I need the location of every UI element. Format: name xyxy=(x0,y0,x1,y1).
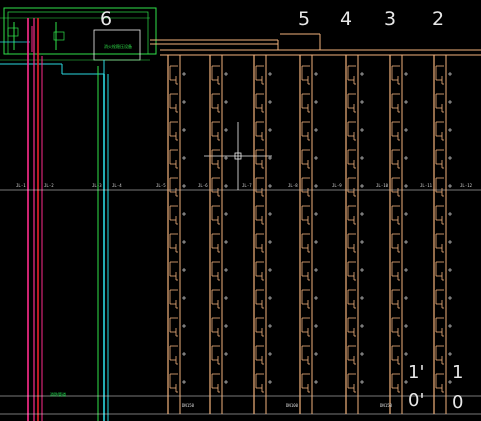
pump-room-frame xyxy=(0,7,157,421)
riser-tag: JL-2 xyxy=(44,183,54,188)
cad-drawing-canvas[interactable] xyxy=(0,0,481,421)
column-number-6: 6 xyxy=(100,8,113,30)
riser-tag: JL-5 xyxy=(156,183,166,188)
column-number-3: 3 xyxy=(384,8,397,30)
riser-columns xyxy=(167,55,452,414)
riser-tag: JL-8 xyxy=(288,183,298,188)
pipe-size-label: DN150 xyxy=(182,403,195,408)
equipment-label: 消火栓稳压设备 xyxy=(104,44,132,49)
level-mark-0: 0 xyxy=(452,392,464,413)
top-feed-pipes xyxy=(150,33,481,56)
column-number-4: 4 xyxy=(340,8,353,30)
pipe-size-label: DN100 xyxy=(286,403,299,408)
riser-tag: JL-4 xyxy=(112,183,122,188)
riser-tag: JL-9 xyxy=(332,183,342,188)
level-mark-1-prime: 1' xyxy=(408,362,425,383)
riser-tag: JL-12 xyxy=(460,183,473,188)
left-main-risers xyxy=(27,18,109,421)
branch-note: 消防管道 xyxy=(50,392,66,397)
riser-tag: JL-1 xyxy=(16,183,26,188)
column-number-2: 2 xyxy=(432,8,445,30)
riser-tag: JL-7 xyxy=(242,183,252,188)
level-mark-0-prime: 0' xyxy=(408,390,425,411)
riser-tag: JL-6 xyxy=(198,183,208,188)
pipe-size-label: DN150 xyxy=(380,403,393,408)
cad-viewport[interactable]: 6 5 4 3 2 1' 1 0' 0 消火栓稳压设备 消防管道 JL-1 JL… xyxy=(0,0,481,421)
level-mark-1: 1 xyxy=(452,362,464,383)
riser-tag: JL-3 xyxy=(92,183,102,188)
riser-tag: JL-10 xyxy=(376,183,389,188)
column-number-5: 5 xyxy=(298,8,311,30)
riser-tag: JL-11 xyxy=(420,183,433,188)
